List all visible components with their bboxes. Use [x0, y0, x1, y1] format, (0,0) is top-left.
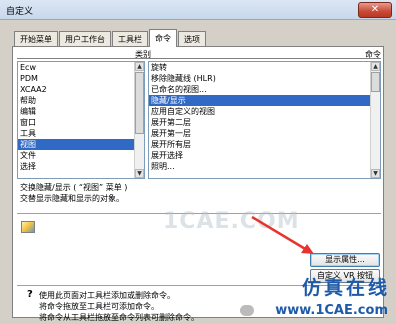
close-button[interactable]: ✕: [358, 2, 392, 18]
tab-options[interactable]: 选项: [178, 31, 206, 47]
tab-user-workbench[interactable]: 用户工作台: [59, 31, 111, 47]
show-properties-button[interactable]: 显示属性...: [310, 253, 380, 267]
category-item[interactable]: 窗口: [18, 117, 144, 128]
title-bar: 自定义 ✕: [0, 0, 396, 20]
help-text: 使用此页面对工具栏添加或删除命令。 将命令拖放至工具栏可添加命令。 将命令从工具…: [39, 290, 199, 323]
command-icon: [21, 221, 35, 233]
category-scrollbar[interactable]: ▲ ▼: [134, 62, 144, 178]
category-item[interactable]: XCAA2: [18, 84, 144, 95]
header-divider: [17, 58, 381, 59]
command-item[interactable]: 隐藏/显示: [149, 95, 380, 106]
command-item[interactable]: 照明...: [149, 161, 380, 172]
tab-start-menu[interactable]: 开始菜单: [14, 31, 58, 47]
category-list[interactable]: Ecw PDM XCAA2 帮助 编辑 窗口 工具 视图 文件 选择 ▲ ▼: [17, 61, 145, 179]
scroll-down-icon[interactable]: ▼: [371, 169, 380, 178]
category-item[interactable]: 编辑: [18, 106, 144, 117]
command-item[interactable]: 展开所有层: [149, 139, 380, 150]
help-line: 将命令拖放至工具栏可添加命令。: [39, 302, 159, 311]
scroll-up-icon[interactable]: ▲: [135, 62, 144, 71]
tab-commands[interactable]: 命令: [149, 29, 177, 47]
close-icon: ✕: [370, 4, 380, 15]
command-item[interactable]: 移除隐藏线 (HLR): [149, 73, 380, 84]
command-item[interactable]: 展开第一层: [149, 128, 380, 139]
help-line: 将命令从工具栏拖放至命令列表可删除命令。: [39, 313, 199, 322]
command-description: 交换隐藏/显示 ( “视图” 菜单 ) 交替显示隐藏和显示的对象。: [17, 181, 381, 211]
tab-strip: 开始菜单 用户工作台 工具栏 命令 选项: [14, 29, 207, 47]
command-item[interactable]: 展开第二层: [149, 117, 380, 128]
description-text: 交替显示隐藏和显示的对象。: [20, 194, 124, 203]
description-title: 交换隐藏/显示 ( “视图” 菜单 ): [20, 183, 128, 192]
category-item[interactable]: 文件: [18, 150, 144, 161]
scroll-up-icon[interactable]: ▲: [371, 62, 380, 71]
command-item[interactable]: 展开选择: [149, 150, 380, 161]
window-title: 自定义: [6, 7, 34, 17]
command-list[interactable]: 旋转 移除隐藏线 (HLR) 已命名的视图... 隐藏/显示 应用自定义的视图 展开第二层…: [148, 61, 381, 179]
category-item[interactable]: PDM: [18, 73, 144, 84]
wechat-icon: [240, 305, 254, 316]
scroll-thumb[interactable]: [135, 72, 144, 134]
category-item[interactable]: 视图: [18, 139, 144, 150]
category-item[interactable]: Ecw: [18, 62, 144, 73]
help-icon: ?: [27, 289, 33, 300]
scroll-down-icon[interactable]: ▼: [135, 169, 144, 178]
scroll-thumb[interactable]: [371, 72, 380, 92]
command-item[interactable]: 应用自定义的视图: [149, 106, 380, 117]
help-line: 使用此页面对工具栏添加或删除命令。: [39, 291, 175, 300]
command-item[interactable]: 旋转: [149, 62, 380, 73]
brand-url: www.1CAE.com: [275, 303, 388, 318]
category-item[interactable]: 选择: [18, 161, 144, 172]
category-item[interactable]: 工具: [18, 128, 144, 139]
command-item[interactable]: 已命名的视图...: [149, 84, 380, 95]
watermark-text: 1CAE.COM: [163, 209, 300, 234]
tab-toolbars[interactable]: 工具栏: [112, 31, 148, 47]
brand-logo: 仿真在线: [301, 277, 390, 299]
category-item[interactable]: 帮助: [18, 95, 144, 106]
command-scrollbar[interactable]: ▲ ▼: [370, 62, 380, 178]
